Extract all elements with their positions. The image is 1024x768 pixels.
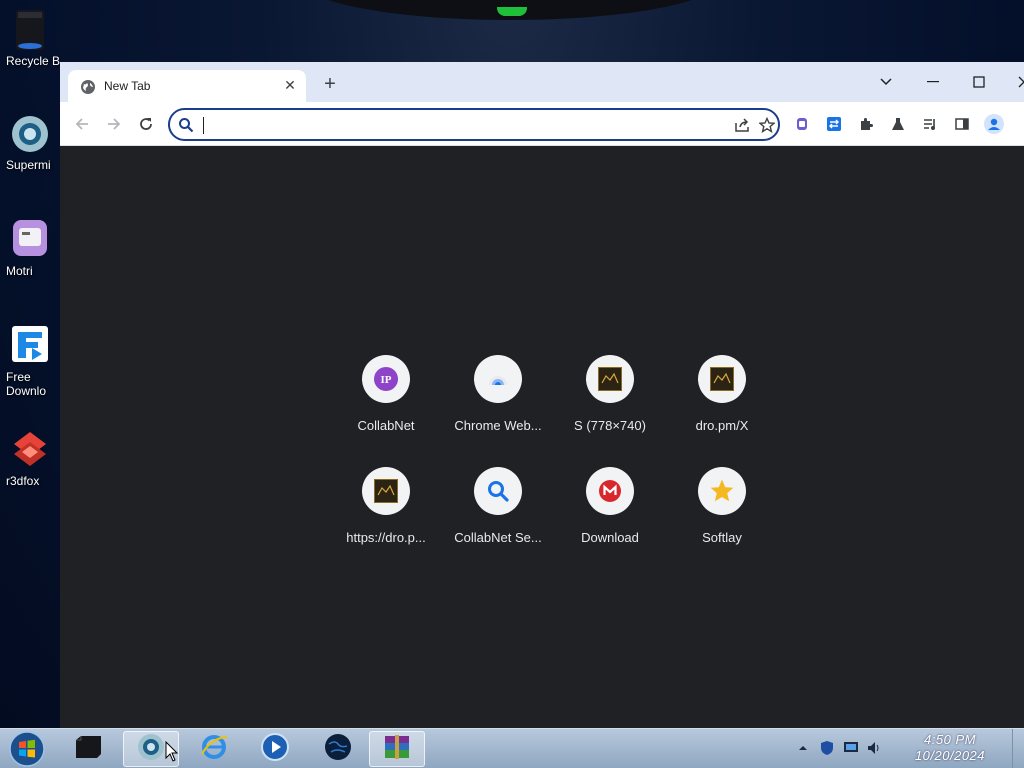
thumbnail-image-icon bbox=[362, 467, 410, 515]
title-bar: New Tab ✕ + bbox=[60, 62, 1024, 102]
extension-translate-icon[interactable] bbox=[823, 113, 845, 135]
wallpaper-led bbox=[497, 7, 527, 16]
taskbar-internet-explorer[interactable] bbox=[186, 731, 242, 767]
maximize-button[interactable] bbox=[965, 68, 993, 96]
new-tab-button[interactable]: + bbox=[320, 74, 340, 94]
extensions-puzzle-icon[interactable] bbox=[855, 113, 877, 135]
shortcut-label: S (778×740) bbox=[574, 418, 646, 433]
volume-icon[interactable] bbox=[866, 739, 884, 757]
taskbar-winrar[interactable] bbox=[369, 731, 425, 767]
desktop-icon-label: Motri bbox=[6, 264, 33, 278]
shortcut-s-778x740[interactable]: S (778×740) bbox=[554, 347, 666, 459]
desktop-icon-r3dfox[interactable]: r3dfox bbox=[0, 428, 60, 488]
start-button[interactable] bbox=[6, 730, 48, 768]
shortcut-dro-pm-x[interactable]: dro.pm/X bbox=[666, 347, 778, 459]
shield-icon[interactable] bbox=[818, 739, 836, 757]
close-window-button[interactable] bbox=[1010, 68, 1024, 96]
internet-explorer-icon bbox=[199, 732, 229, 767]
star-icon bbox=[698, 467, 746, 515]
shortcut-download[interactable]: Download bbox=[554, 459, 666, 571]
supermium-icon bbox=[137, 733, 165, 766]
shortcut-label: Softlay bbox=[702, 530, 742, 545]
reload-button[interactable] bbox=[135, 113, 157, 135]
labs-flask-icon[interactable] bbox=[887, 113, 909, 135]
minimize-button[interactable] bbox=[919, 68, 947, 96]
taskbar: 4:50 PM 10/20/2024 bbox=[0, 728, 1024, 768]
extension-jar-icon[interactable] bbox=[791, 113, 813, 135]
back-button[interactable] bbox=[71, 113, 93, 135]
globe-app-icon bbox=[323, 732, 353, 767]
terminal-icon bbox=[73, 734, 103, 765]
profile-avatar-icon[interactable] bbox=[983, 113, 1005, 135]
chrome-web-store-icon bbox=[474, 355, 522, 403]
text-caret bbox=[203, 117, 204, 134]
tab-new-tab[interactable]: New Tab ✕ bbox=[68, 70, 306, 102]
browser-toolbar bbox=[60, 102, 1024, 146]
clock-date: 10/20/2024 bbox=[914, 748, 986, 763]
supermium-icon bbox=[10, 112, 50, 152]
address-bar[interactable] bbox=[168, 108, 780, 141]
motrix-icon bbox=[10, 218, 50, 258]
desktop-icon-recycle-bin[interactable]: Recycle B bbox=[0, 8, 60, 68]
taskbar-globe-app[interactable] bbox=[310, 731, 366, 767]
share-icon[interactable] bbox=[733, 116, 751, 134]
r3dfox-icon bbox=[10, 428, 50, 468]
collabnet-ip-icon: IP bbox=[362, 355, 410, 403]
forward-button[interactable] bbox=[103, 113, 125, 135]
free-download-manager-icon bbox=[10, 324, 50, 364]
shortcut-label: CollabNet Se... bbox=[454, 530, 542, 545]
media-queue-icon[interactable] bbox=[919, 113, 941, 135]
taskbar-clock[interactable]: 4:50 PM 10/20/2024 bbox=[890, 732, 1010, 764]
bookmark-star-icon[interactable] bbox=[758, 116, 776, 134]
thumbnail-image-icon bbox=[586, 355, 634, 403]
desktop-icon-label: Recycle B bbox=[6, 54, 60, 68]
shortcut-https-dro-p[interactable]: https://dro.p... bbox=[330, 459, 442, 571]
show-desktop-button[interactable] bbox=[1012, 729, 1024, 768]
clock-time: 4:50 PM bbox=[924, 732, 976, 747]
tray-overflow-chevron-up-icon[interactable] bbox=[794, 739, 812, 757]
shortcut-label: CollabNet bbox=[357, 418, 415, 433]
mouse-cursor-icon bbox=[165, 740, 179, 763]
address-input[interactable] bbox=[202, 114, 722, 136]
tab-title: New Tab bbox=[104, 79, 151, 93]
desktop-icon-label: Free bbox=[6, 370, 31, 384]
tab-search-chevron-down-icon[interactable] bbox=[872, 68, 900, 96]
desktop-icon-free-download-manager[interactable]: Free Downlo bbox=[0, 324, 60, 398]
browser-window: New Tab ✕ + IP CollabNet Chrome Web... S… bbox=[60, 62, 1024, 728]
desktop-icon-supermium[interactable]: Supermi bbox=[0, 112, 60, 172]
desktop-icon-label: r3dfox bbox=[6, 474, 40, 488]
desktop-icon-label: Supermi bbox=[6, 158, 51, 172]
shortcut-label: https://dro.p... bbox=[346, 530, 426, 545]
new-tab-page: IP CollabNet Chrome Web... S (778×740) d… bbox=[60, 147, 1024, 728]
globe-icon bbox=[80, 79, 96, 95]
shortcut-label: dro.pm/X bbox=[695, 418, 749, 433]
desktop-icon-motrix[interactable]: Motri bbox=[0, 218, 60, 278]
winrar-icon bbox=[382, 733, 412, 766]
shortcut-label: Chrome Web... bbox=[454, 418, 542, 433]
shortcut-label: Download bbox=[581, 530, 639, 545]
taskbar-terminal[interactable] bbox=[60, 731, 116, 767]
tab-close-icon[interactable]: ✕ bbox=[282, 77, 298, 93]
recycle-bin-icon bbox=[10, 8, 50, 50]
search-icon bbox=[474, 467, 522, 515]
shortcut-collabnet-search[interactable]: CollabNet Se... bbox=[442, 459, 554, 571]
search-icon bbox=[178, 117, 194, 133]
side-panel-icon[interactable] bbox=[951, 113, 973, 135]
taskbar-media-player[interactable] bbox=[247, 731, 303, 767]
svg-text:IP: IP bbox=[381, 374, 392, 386]
media-player-icon bbox=[260, 732, 290, 767]
shortcut-softlay[interactable]: Softlay bbox=[666, 459, 778, 571]
mega-icon bbox=[586, 467, 634, 515]
desktop-icon-label: Downlo bbox=[6, 384, 47, 398]
shortcut-collabnet[interactable]: IP CollabNet bbox=[330, 347, 442, 459]
network-icon[interactable] bbox=[842, 739, 860, 757]
thumbnail-image-icon bbox=[698, 355, 746, 403]
shortcut-chrome-web-store[interactable]: Chrome Web... bbox=[442, 347, 554, 459]
